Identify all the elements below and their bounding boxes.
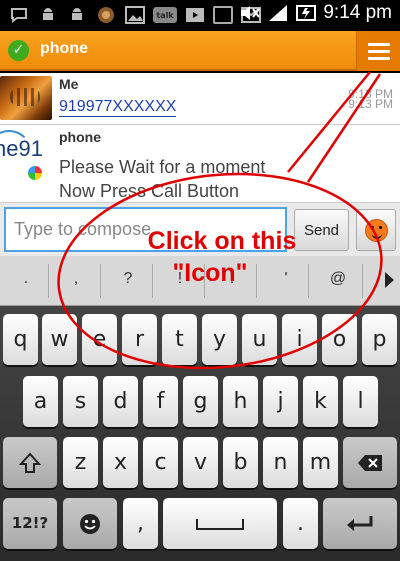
badge-icon bbox=[95, 4, 117, 26]
key-p[interactable]: p bbox=[362, 314, 397, 365]
talk-icon: talk bbox=[153, 7, 177, 23]
key-n[interactable]: n bbox=[263, 437, 298, 488]
key-q[interactable]: q bbox=[3, 314, 38, 365]
key-a[interactable]: a bbox=[23, 376, 58, 427]
shift-icon bbox=[18, 452, 42, 473]
checkmark-icon: ✓ bbox=[8, 40, 29, 61]
suggestion-key[interactable]: ' bbox=[266, 270, 306, 288]
logo-icon bbox=[28, 166, 42, 180]
key-r[interactable]: r bbox=[122, 314, 157, 365]
mute-icon bbox=[239, 2, 261, 24]
suggestion-key[interactable]: @ bbox=[318, 270, 358, 288]
comma-key[interactable]: , bbox=[123, 498, 158, 549]
phone-number-link[interactable]: 919977XXXXXX bbox=[59, 97, 177, 117]
message-time: 9:13 PM bbox=[348, 97, 393, 111]
message-list: Me 919977XXXXXX 9:13 PM ne91 phone 9:13 … bbox=[0, 73, 400, 202]
enter-icon bbox=[347, 516, 373, 531]
smiley-icon bbox=[80, 514, 100, 534]
key-v[interactable]: v bbox=[183, 437, 218, 488]
clock: 9:14 pm bbox=[323, 2, 392, 23]
key-z[interactable]: z bbox=[63, 437, 98, 488]
compose-bar: Send bbox=[0, 202, 400, 256]
signal-icon bbox=[267, 2, 289, 24]
key-b[interactable]: b bbox=[223, 437, 258, 488]
key-k[interactable]: k bbox=[303, 376, 338, 427]
talk-label: talk bbox=[156, 10, 174, 20]
key-l[interactable]: l bbox=[343, 376, 378, 427]
message-body: Please Wait for a moment Now Press Call … bbox=[59, 155, 265, 203]
avatar-logo-text: ne91 bbox=[0, 136, 43, 161]
message-line: Please Wait for a moment bbox=[59, 157, 266, 177]
android-icon bbox=[37, 4, 59, 26]
key-j[interactable]: j bbox=[263, 376, 298, 427]
image-icon bbox=[124, 4, 146, 26]
avatar[interactable]: ne91 bbox=[0, 130, 52, 194]
suggestion-bar: . , ? ! : ' @ bbox=[0, 256, 400, 306]
status-bar: talk 9:14 pm bbox=[0, 0, 400, 31]
emoji-key[interactable] bbox=[63, 498, 117, 549]
message-line: Now Press Call Button bbox=[59, 181, 240, 201]
key-f[interactable]: f bbox=[143, 376, 178, 427]
notification-icons: talk bbox=[8, 4, 262, 26]
key-t[interactable]: t bbox=[162, 314, 197, 365]
android-icon bbox=[66, 4, 88, 26]
box-icon bbox=[213, 6, 233, 24]
key-i[interactable]: i bbox=[282, 314, 317, 365]
key-c[interactable]: c bbox=[143, 437, 178, 488]
key-s[interactable]: s bbox=[63, 376, 98, 427]
key-w[interactable]: w bbox=[42, 314, 77, 365]
action-bar: ✓ phone bbox=[0, 31, 400, 71]
suggestion-key[interactable]: , bbox=[56, 270, 96, 288]
sms-icon bbox=[8, 4, 30, 26]
system-status: 9:14 pm bbox=[239, 2, 392, 24]
key-y[interactable]: y bbox=[202, 314, 237, 365]
suggestion-key[interactable]: ? bbox=[108, 270, 148, 288]
battery-icon bbox=[295, 2, 317, 24]
video-icon bbox=[184, 4, 206, 26]
message-item[interactable]: Me 919977XXXXXX 9:13 PM bbox=[0, 73, 400, 125]
message-sender: Me bbox=[59, 76, 79, 92]
avatar[interactable] bbox=[0, 76, 52, 120]
key-d[interactable]: d bbox=[103, 376, 138, 427]
period-key[interactable]: . bbox=[283, 498, 318, 549]
keyboard: . , ? ! : ' @ q w e r t y u i o p a s d … bbox=[0, 256, 400, 561]
suggestion-key[interactable]: : bbox=[212, 270, 252, 288]
space-icon bbox=[196, 519, 244, 530]
message-sender: phone bbox=[59, 129, 101, 145]
menu-icon[interactable] bbox=[356, 31, 400, 71]
expand-arrow-icon[interactable] bbox=[385, 272, 394, 288]
key-o[interactable]: o bbox=[322, 314, 357, 365]
key-e[interactable]: e bbox=[82, 314, 117, 365]
smiley-icon bbox=[365, 219, 388, 242]
suggestion-key[interactable]: . bbox=[6, 270, 46, 288]
symbols-key[interactable]: 12!? bbox=[3, 498, 57, 549]
backspace-key[interactable] bbox=[343, 437, 397, 488]
send-button[interactable]: Send bbox=[294, 209, 349, 251]
key-x[interactable]: x bbox=[103, 437, 138, 488]
key-m[interactable]: m bbox=[303, 437, 338, 488]
suggestion-key[interactable]: ! bbox=[160, 270, 200, 288]
key-u[interactable]: u bbox=[242, 314, 277, 365]
compose-input[interactable] bbox=[4, 207, 287, 252]
key-g[interactable]: g bbox=[183, 376, 218, 427]
space-key[interactable] bbox=[163, 498, 277, 549]
emoji-button[interactable] bbox=[356, 209, 396, 251]
message-item[interactable]: ne91 phone 9:13 PM Please Wait for a mom… bbox=[0, 97, 400, 203]
key-h[interactable]: h bbox=[223, 376, 258, 427]
shift-key[interactable] bbox=[3, 437, 57, 488]
backspace-icon bbox=[358, 455, 382, 471]
enter-key[interactable] bbox=[323, 498, 397, 549]
conversation-title: phone bbox=[40, 40, 88, 57]
